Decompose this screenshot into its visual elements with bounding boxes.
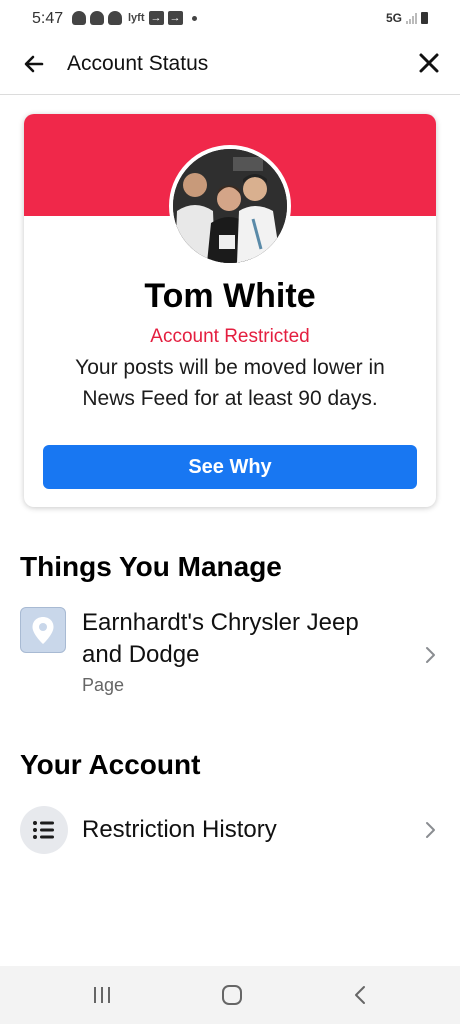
managed-page-item[interactable]: Earnhardt's Chrysler Jeep and Dodge Page [0,607,460,699]
status-bar: 5:47 lyft → → 5G [0,0,460,38]
notification-box-icon: → [167,11,183,25]
notification-icons: lyft → → [72,11,197,25]
snapchat-icon [90,11,104,25]
restriction-history-label: Restriction History [82,816,277,843]
restriction-description: Your posts will be moved lower in News F… [75,356,385,410]
app-header: Account Status [0,38,460,95]
status-time: 5:47 [32,10,64,27]
profile-name: Tom White [144,277,316,315]
see-why-button[interactable]: See Why [43,445,417,489]
snapchat-icon [72,11,86,25]
home-icon[interactable] [217,982,247,1008]
profile-avatar[interactable] [169,145,291,267]
battery-icon [421,12,428,24]
profile-photo [173,149,287,263]
chevron-right-icon [426,647,435,663]
restriction-history-item[interactable]: Restriction History [0,806,460,854]
page-title: Account Status [67,52,209,75]
account-status-card: Tom White Account Restricted Your posts … [24,114,436,507]
signal-icon [406,12,417,24]
more-notifications-icon [191,15,197,21]
your-account-heading: Your Account [20,749,201,780]
system-icons: 5G [386,11,428,25]
snapchat-icon [108,11,122,25]
list-icon [20,806,68,854]
arrow-left-icon[interactable] [22,52,46,76]
close-icon[interactable] [416,50,442,76]
system-navigation-bar [0,966,460,1024]
network-type: 5G [385,11,402,25]
managed-page-subtitle: Page [82,675,125,695]
location-pin-icon [20,607,66,653]
managed-page-title: Earnhardt's Chrysler Jeep and Dodge [82,609,359,668]
lyft-icon: lyft [128,12,145,24]
recent-apps-icon[interactable] [87,982,117,1008]
account-status-label: Account Restricted [150,326,310,347]
notification-box-icon: → [148,11,164,25]
chevron-right-icon [426,822,435,838]
things-you-manage-heading: Things You Manage [20,551,282,582]
back-icon[interactable] [346,982,376,1008]
